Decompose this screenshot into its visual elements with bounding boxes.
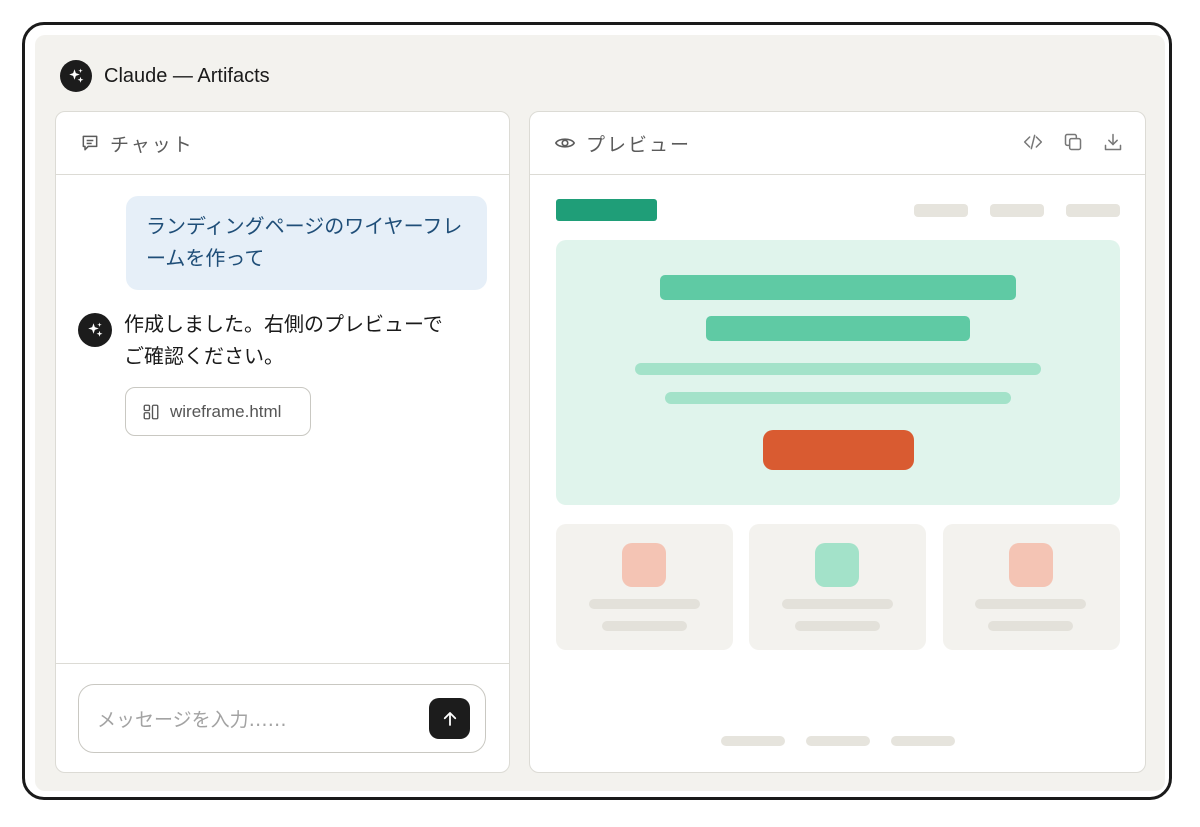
wireframe-card-icon [622, 543, 666, 587]
wireframe-card-text-line [602, 621, 687, 631]
message-composer [78, 684, 486, 753]
wireframe-cta-button [763, 430, 914, 470]
wireframe-hero-text-line [665, 392, 1011, 404]
file-layout-icon [143, 404, 159, 419]
wireframe-nav-item [1066, 204, 1120, 217]
preview-panel-header: プレビュー [530, 112, 1145, 175]
composer-divider [56, 663, 509, 664]
send-button[interactable] [429, 698, 470, 739]
assistant-message-text: 作成しました。右側のプレビューでご確認ください。 [124, 312, 443, 368]
app-header: Claude — Artifacts [60, 60, 270, 92]
sparkle-icon [88, 322, 103, 337]
wireframe-card-text-line [795, 621, 880, 631]
chat-panel-header: チャット [56, 112, 509, 175]
preview-panel-title: プレビュー [586, 133, 692, 156]
message-input[interactable] [95, 703, 419, 737]
wireframe-card-text-line [782, 599, 893, 609]
wireframe-logo-block [556, 199, 657, 221]
wireframe-footer-link [891, 736, 955, 746]
chat-bubble-icon [82, 135, 98, 151]
eye-icon [554, 138, 576, 148]
code-icon[interactable] [1023, 132, 1043, 152]
wireframe-footer-link [721, 736, 785, 746]
claude-logo-icon [60, 60, 92, 92]
copy-icon[interactable] [1063, 132, 1083, 152]
arrow-up-icon [443, 711, 456, 726]
preview-toolbar [1023, 132, 1123, 152]
artifact-file-name: wireframe.html [170, 401, 282, 421]
chat-panel-title: チャット [110, 133, 194, 156]
wireframe-card-text-line [975, 599, 1086, 609]
wireframe-card-icon [815, 543, 859, 587]
user-message-bubble: ランディングページのワイヤーフレームを作って [126, 196, 487, 290]
download-icon[interactable] [1103, 132, 1123, 152]
wireframe-card-text-line [988, 621, 1073, 631]
wireframe-hero-text-line [635, 363, 1041, 375]
wireframe-footer-link [806, 736, 870, 746]
wireframe-nav-item [914, 204, 968, 217]
user-message-text: ランディングページのワイヤーフレームを作って [146, 214, 463, 270]
artifact-file-chip[interactable]: wireframe.html [125, 387, 311, 436]
app-title: Claude — Artifacts [104, 64, 270, 87]
wireframe-hero-heading-line [706, 316, 970, 341]
wireframe-nav-item [990, 204, 1044, 217]
assistant-avatar [78, 313, 112, 347]
wireframe-card-icon [1009, 543, 1053, 587]
wireframe-card-text-line [589, 599, 700, 609]
wireframe-hero-heading-line [660, 275, 1016, 300]
